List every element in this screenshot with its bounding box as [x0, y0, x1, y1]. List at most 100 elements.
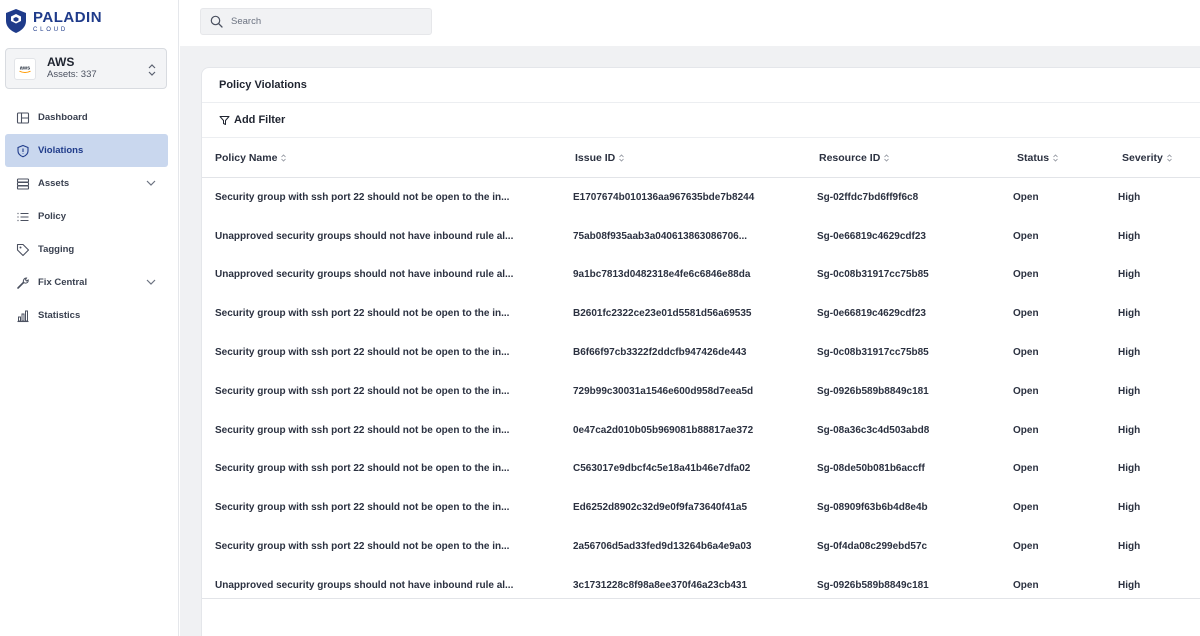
issue-id-cell[interactable]: 0e47ca2d010b05b969081b88817ae372 — [573, 411, 778, 450]
sort-icon[interactable] — [619, 154, 625, 162]
table-row[interactable]: Security group with ssh port 22 should n… — [202, 527, 1200, 566]
sidebar-item-label: Assets — [38, 178, 70, 189]
resource-id-cell[interactable]: Sg-0f4da08c299ebd57c — [817, 527, 997, 566]
wrench-icon — [16, 276, 30, 290]
table-row[interactable]: Security group with ssh port 22 should n… — [202, 372, 1200, 411]
filter-icon — [219, 115, 230, 125]
sort-icon[interactable] — [884, 154, 890, 162]
chevron-down-icon[interactable] — [146, 179, 156, 187]
issue-id-cell[interactable]: B2601fc2322ce23e01d5581d56a69535 — [573, 294, 778, 333]
severity-cell: High — [1118, 424, 1141, 436]
table-header: Policy Name Issue ID Resource ID Status … — [202, 138, 1200, 178]
issue-id-cell[interactable]: 2a56706d5ad33fed9d13264b6a4e9a03 — [573, 527, 778, 566]
account-name: AWS — [47, 55, 75, 70]
chevron-down-icon[interactable] — [146, 278, 156, 286]
resource-id-cell[interactable]: Sg-02ffdc7bd6ff9f6c8 — [817, 178, 997, 217]
severity-cell: High — [1118, 541, 1141, 553]
resource-id-cell[interactable]: Sg-0e66819c4629cdf23 — [817, 294, 997, 333]
resource-id-cell[interactable]: Sg-0c08b31917cc75b85 — [817, 256, 997, 295]
sidebar-item-label: Policy — [38, 211, 66, 222]
severity-cell: High — [1118, 502, 1141, 514]
issue-id-cell[interactable]: 75ab08f935aab3a040613863086706... — [573, 217, 778, 256]
severity-cell: High — [1118, 308, 1141, 320]
severity-cell: High — [1118, 347, 1141, 359]
filter-bar: Add Filter — [202, 103, 1200, 138]
sidebar-item-dashboard[interactable]: Dashboard — [5, 101, 168, 134]
main-content: Policy Violations Add Filter Policy Name… — [180, 46, 1200, 636]
sidebar-item-policy[interactable]: Policy — [5, 200, 168, 233]
issue-id-cell[interactable]: B6f66f97cb3322f2ddcfb947426de443 — [573, 333, 778, 372]
card-header: Policy Violations — [202, 68, 1200, 103]
chevron-up-down-icon[interactable] — [147, 63, 157, 77]
sort-icon[interactable] — [281, 154, 287, 162]
sidebar-item-label: Statistics — [38, 310, 81, 321]
add-filter-button[interactable]: Add Filter — [219, 114, 285, 126]
status-cell: Open — [1013, 463, 1039, 475]
resource-id-cell[interactable]: Sg-0926b589b8849c181 — [817, 372, 997, 411]
brand-logo[interactable]: PALADIN CLOUD — [5, 8, 102, 34]
sidebar-item-label: Tagging — [38, 244, 75, 255]
top-bar — [180, 0, 1200, 46]
sort-icon[interactable] — [1167, 154, 1172, 162]
sidebar-item-statistics[interactable]: Statistics — [5, 299, 168, 332]
sidebar-item-label: Fix Central — [38, 277, 88, 288]
search-box[interactable] — [200, 8, 432, 35]
sidebar-item-label: Violations — [38, 145, 84, 156]
add-filter-label: Add Filter — [234, 114, 286, 126]
table-row[interactable]: Security group with ssh port 22 should n… — [202, 450, 1200, 489]
column-header-resource-id[interactable]: Resource ID — [819, 138, 890, 178]
tag-icon — [16, 243, 30, 257]
column-header-label: Policy Name — [215, 152, 278, 164]
table-row[interactable]: Security group with ssh port 22 should n… — [202, 488, 1200, 527]
sort-icon[interactable] — [1053, 154, 1058, 162]
policy-name-cell: Security group with ssh port 22 should n… — [215, 424, 510, 436]
column-header-status[interactable]: Status — [1017, 138, 1058, 178]
resource-id-cell[interactable]: Sg-0c08b31917cc75b85 — [817, 333, 997, 372]
resource-id-cell[interactable]: Sg-08de50b081b6accff — [817, 450, 997, 489]
policy-name-cell: Security group with ssh port 22 should n… — [215, 385, 510, 397]
table-body: Security group with ssh port 22 should n… — [202, 178, 1200, 605]
issue-id-cell[interactable]: C563017e9dbcf4c5e18a41b46e7dfa02 — [573, 450, 778, 489]
column-header-policy-name[interactable]: Policy Name — [215, 138, 287, 178]
status-cell: Open — [1013, 347, 1039, 359]
table-row[interactable]: Unapproved security groups should not ha… — [202, 217, 1200, 256]
policy-name-cell: Security group with ssh port 22 should n… — [215, 308, 510, 320]
policy-name-cell: Security group with ssh port 22 should n… — [215, 347, 510, 359]
severity-cell: High — [1118, 463, 1141, 475]
table-row[interactable]: Security group with ssh port 22 should n… — [202, 294, 1200, 333]
sidebar-item-tagging[interactable]: Tagging — [5, 233, 168, 266]
column-header-label: Status — [1017, 152, 1050, 164]
column-header-severity[interactable]: Severity — [1122, 138, 1172, 178]
sidebar-item-assets[interactable]: Assets — [5, 167, 168, 200]
table-row[interactable]: Security group with ssh port 22 should n… — [202, 178, 1200, 217]
column-header-issue-id[interactable]: Issue ID — [575, 138, 625, 178]
shield-icon — [16, 144, 30, 158]
sidebar-item-fix-central[interactable]: Fix Central — [5, 266, 168, 299]
issue-id-cell[interactable]: Ed6252d8902c32d9e0f9fa73640f41a5 — [573, 488, 778, 527]
status-cell: Open — [1013, 191, 1039, 203]
issue-id-cell[interactable]: 729b99c30031a1546e600d958d7eea5d — [573, 372, 778, 411]
severity-cell: High — [1118, 191, 1141, 203]
account-selector[interactable]: aws AWS Assets: 337 — [5, 48, 167, 89]
table-row[interactable]: Unapproved security groups should not ha… — [202, 256, 1200, 295]
resource-id-cell[interactable]: Sg-0e66819c4629cdf23 — [817, 217, 997, 256]
policy-name-cell: Security group with ssh port 22 should n… — [215, 191, 510, 203]
table-row[interactable]: Security group with ssh port 22 should n… — [202, 333, 1200, 372]
table-row[interactable]: Security group with ssh port 22 should n… — [202, 411, 1200, 450]
issue-id-cell[interactable]: E1707674b010136aa967635bde7b8244 — [573, 178, 778, 217]
severity-cell: High — [1118, 230, 1141, 242]
resource-id-cell[interactable]: Sg-08a36c3c4d503abd8 — [817, 411, 997, 450]
bar-chart-icon — [16, 309, 30, 323]
search-input[interactable] — [231, 16, 421, 27]
svg-text:aws: aws — [20, 65, 30, 71]
sidebar-item-violations[interactable]: Violations — [5, 134, 168, 167]
column-header-label: Resource ID — [819, 152, 881, 164]
status-cell: Open — [1013, 308, 1039, 320]
severity-cell: High — [1118, 269, 1141, 281]
issue-id-cell[interactable]: 9a1bc7813d0482318e4fe6c6846e88da — [573, 256, 778, 295]
search-icon — [210, 15, 223, 28]
resource-id-cell[interactable]: Sg-08909f63b6b4d8e4b — [817, 488, 997, 527]
page-title: Policy Violations — [219, 79, 307, 91]
account-asset-count: Assets: 337 — [47, 68, 97, 80]
brand-name: PALADIN — [33, 8, 103, 26]
